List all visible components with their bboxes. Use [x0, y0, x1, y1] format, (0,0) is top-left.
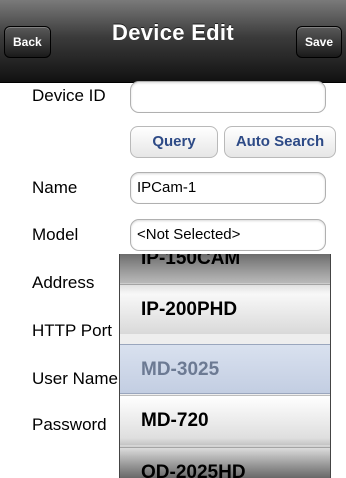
address-label: Address	[32, 273, 95, 292]
device-id-field[interactable]	[130, 81, 326, 113]
http-port-label: HTTP Port	[32, 321, 112, 340]
name-field[interactable]: IPCam-1	[130, 172, 326, 204]
query-button[interactable]: Query	[130, 126, 218, 158]
picker-item-selected[interactable]: MD-3025	[120, 344, 330, 394]
save-button[interactable]: Save	[295, 26, 342, 58]
model-field[interactable]: <Not Selected>	[130, 219, 326, 251]
name-label: Name	[32, 178, 78, 197]
picker-item[interactable]: IP-200PHD	[120, 284, 330, 334]
model-label: Model	[32, 225, 79, 244]
auto-search-button[interactable]: Auto Search	[224, 126, 336, 158]
device-id-label: Device ID	[32, 86, 106, 105]
model-picker[interactable]: IP-150CAM IP-200PHD MD-3025 MD-720 OD-20…	[119, 254, 331, 478]
password-label: Password	[32, 415, 107, 434]
page-title: Device Edit	[112, 20, 234, 45]
user-name-label: User Name	[32, 369, 118, 388]
picker-item[interactable]: OD-2025HD	[120, 447, 330, 478]
picker-item[interactable]: MD-720	[120, 395, 330, 445]
navigation-bar: Back Device Edit Save	[0, 0, 346, 83]
picker-item[interactable]: IP-150CAM	[120, 254, 330, 283]
